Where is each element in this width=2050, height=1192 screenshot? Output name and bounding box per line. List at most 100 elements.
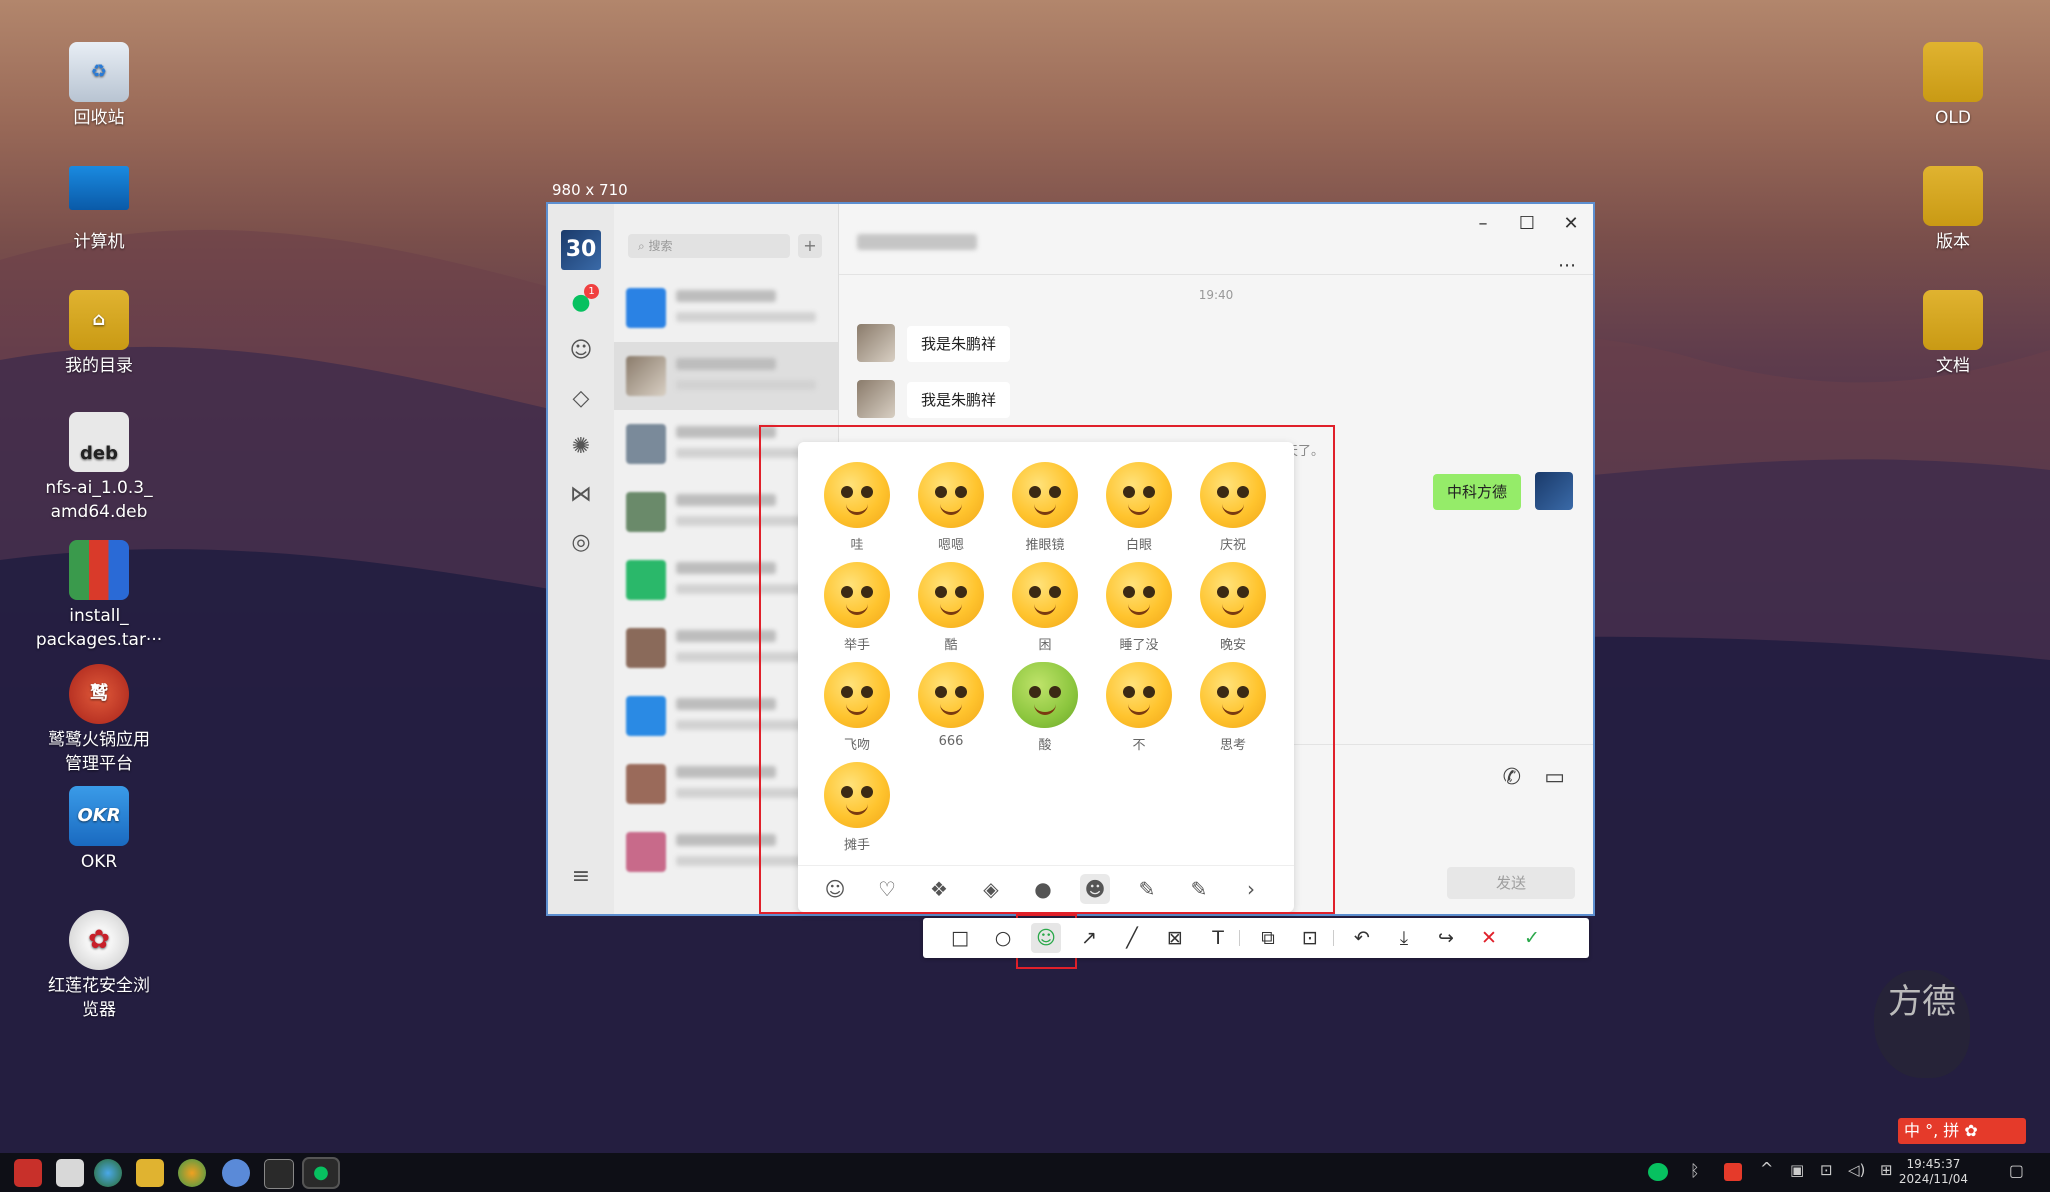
clock-date: 2024/11/04 xyxy=(1898,1172,1968,1186)
start-menu-icon[interactable] xyxy=(14,1159,42,1187)
add-chat-button[interactable]: + xyxy=(798,234,822,258)
my-avatar[interactable] xyxy=(1535,472,1573,510)
line-icon[interactable]: ╱ xyxy=(1117,923,1147,953)
taskbar: ● ᛒ ^ ▣ ⊡ ◁) ⊞ 19:45:37 2024/11/04 ▢ xyxy=(0,1153,2050,1192)
arrow-icon[interactable]: ↗ xyxy=(1074,923,1104,953)
unread-badge: 1 xyxy=(584,284,599,299)
voice-call-icon[interactable]: ✆ xyxy=(1503,765,1521,790)
mosaic-icon[interactable]: ⊠ xyxy=(1160,923,1190,953)
list-item[interactable] xyxy=(614,342,838,410)
download-icon[interactable]: ⤓ xyxy=(1389,923,1419,953)
minimize-button[interactable]: – xyxy=(1469,210,1497,238)
chat-title xyxy=(857,234,977,250)
text-icon[interactable]: T xyxy=(1203,923,1233,953)
menu-icon[interactable]: ≡ xyxy=(561,856,601,896)
desktop-icon-label: 版本 xyxy=(1936,232,1970,252)
clock[interactable]: 19:45:37 2024/11/04 xyxy=(1899,1157,1968,1187)
archive-icon xyxy=(69,540,129,600)
confirm-icon[interactable]: ✓ xyxy=(1517,923,1547,953)
desktop-icon-browser[interactable]: ✿ 红莲花安全浏 览器 xyxy=(24,910,174,1022)
wechat-taskbar-icon[interactable]: ● xyxy=(304,1159,338,1187)
deb-package-icon: deb xyxy=(69,412,129,472)
more-options-icon[interactable]: ⋯ xyxy=(1553,252,1581,280)
terminal-icon[interactable] xyxy=(264,1159,294,1189)
browser-icon[interactable] xyxy=(94,1159,122,1187)
avatar[interactable] xyxy=(857,324,895,362)
rectangle-icon[interactable]: □ xyxy=(945,923,975,953)
desktop-icon-label: 回收站 xyxy=(73,108,125,128)
close-button[interactable]: ✕ xyxy=(1557,210,1585,238)
desktop-folder-docs[interactable]: 文档 xyxy=(1878,290,2028,378)
tray-bluetooth-icon[interactable]: ᛒ xyxy=(1690,1161,1700,1180)
desktop-icon-label: 鹫鹭火锅应用 管理平台 xyxy=(48,730,150,774)
favorites-nav-icon[interactable]: ◇ xyxy=(561,378,601,418)
selection-size-label: 980 x 710 xyxy=(552,181,628,199)
tray-disk-icon[interactable]: ▣ xyxy=(1790,1161,1804,1179)
folder-icon xyxy=(1923,42,1983,102)
tray-wechat-icon[interactable] xyxy=(1648,1163,1668,1181)
desktop-icon-label: nfs-ai_1.0.3_ amd64.deb xyxy=(45,478,153,522)
desktop-icon-label: 计算机 xyxy=(73,232,125,252)
sticker-icon[interactable]: ☺ xyxy=(1031,923,1061,953)
okr-app-icon: OKR xyxy=(69,786,129,846)
avatar[interactable] xyxy=(857,380,895,418)
channels-nav-icon[interactable]: ⋈ xyxy=(561,474,601,514)
maximize-button[interactable]: ☐ xyxy=(1513,210,1541,238)
highlight-box-sticker-panel xyxy=(759,425,1335,914)
video-call-icon[interactable]: ▭ xyxy=(1544,765,1565,790)
header-divider xyxy=(839,274,1593,275)
ocr-icon[interactable]: ⊡ xyxy=(1295,923,1325,953)
tray-lock-icon[interactable]: ⊡ xyxy=(1820,1161,1833,1179)
desktop-icon-home[interactable]: ⌂ 我的目录 xyxy=(24,290,174,378)
tray-ime-icon[interactable] xyxy=(1724,1163,1742,1181)
undo-icon[interactable]: ↶ xyxy=(1347,923,1377,953)
settings-icon[interactable] xyxy=(222,1159,250,1187)
okr-badge: OKR xyxy=(77,805,121,826)
app-platform-icon: 鹫 xyxy=(69,664,129,724)
desktop-folder-version[interactable]: 版本 xyxy=(1878,166,2028,254)
desktop-icon-deb[interactable]: deb nfs-ai_1.0.3_ amd64.deb xyxy=(24,412,174,524)
clock-time: 19:45:37 xyxy=(1906,1157,1961,1171)
ellipse-icon[interactable]: ○ xyxy=(988,923,1018,953)
notification-icon[interactable]: ▢ xyxy=(2009,1161,2024,1180)
contacts-nav-icon[interactable]: ☺ xyxy=(561,330,601,370)
home-folder-icon: ⌂ xyxy=(69,290,129,350)
user-avatar-text: 30 xyxy=(565,237,597,262)
desktop-icon-okr[interactable]: OKR OKR xyxy=(24,786,174,874)
list-item[interactable] xyxy=(614,274,838,342)
user-avatar[interactable]: 30 xyxy=(561,230,601,270)
send-button[interactable]: 发送 xyxy=(1447,867,1575,899)
desktop-folder-old[interactable]: OLD xyxy=(1878,42,2028,130)
message-bubble: 我是朱鹏祥 xyxy=(907,326,1011,362)
desktop-icon-label: OKR xyxy=(80,852,118,872)
moments-nav-icon[interactable]: ✺ xyxy=(561,426,601,466)
chats-nav-icon[interactable]: ● 1 xyxy=(561,282,601,322)
desktop-icon-archive[interactable]: install_ packages.tar··· xyxy=(24,540,174,652)
toolbar-separator xyxy=(1333,930,1334,946)
tray-expand-icon[interactable]: ^ xyxy=(1760,1159,1773,1178)
desktop-icon-label: install_ packages.tar··· xyxy=(35,606,163,650)
desktop-icon-label: 我的目录 xyxy=(65,356,133,376)
file-manager-icon[interactable] xyxy=(136,1159,164,1187)
desktop-icon-computer[interactable]: 计算机 xyxy=(24,166,174,254)
folder-icon xyxy=(1923,290,1983,350)
ime-status-bar[interactable]: 中 °, 拼 ✿ xyxy=(1898,1118,2026,1144)
recycle-bin-icon: ♻ xyxy=(69,42,129,102)
miniprogram-nav-icon[interactable]: ◎ xyxy=(561,522,601,562)
toolbar-separator xyxy=(1239,930,1240,946)
pin-icon[interactable]: ⧉ xyxy=(1253,923,1283,953)
desktop-icon-app-platform[interactable]: 鹫 鹫鹭火锅应用 管理平台 xyxy=(24,664,174,776)
desktop-icon-label: OLD xyxy=(1935,108,1971,128)
watermark-stamp: 方德 xyxy=(1874,970,1970,1078)
folder-icon xyxy=(1923,166,1983,226)
desktop-icon-label: 红莲花安全浏 览器 xyxy=(48,976,150,1020)
tray-volume-icon[interactable]: ◁) xyxy=(1848,1161,1865,1179)
search-input[interactable]: ⌕ 搜索 xyxy=(628,234,790,258)
deb-badge: deb xyxy=(80,443,118,464)
multitask-icon[interactable] xyxy=(56,1159,84,1187)
share-icon[interactable]: ↪ xyxy=(1431,923,1461,953)
desktop-icon-recycle-bin[interactable]: ♻ 回收站 xyxy=(24,42,174,130)
cancel-icon[interactable]: ✕ xyxy=(1474,923,1504,953)
app-store-icon[interactable] xyxy=(178,1159,206,1187)
tray-network-icon[interactable]: ⊞ xyxy=(1880,1161,1893,1179)
